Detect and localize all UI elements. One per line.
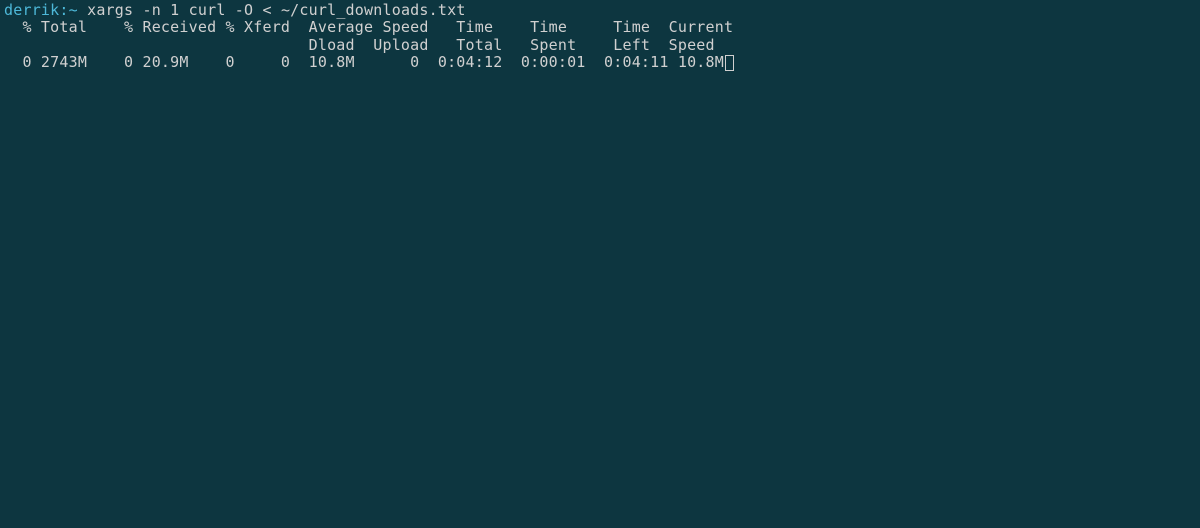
terminal-window[interactable]: derrik:~ xargs -n 1 curl -O < ~/curl_dow… <box>0 0 1200 528</box>
curl-header-line1: % Total % Received % Xferd Average Speed… <box>4 18 733 36</box>
curl-progress-row: 0 2743M 0 20.9M 0 0 10.8M 0 0:04:12 0:00… <box>4 53 724 71</box>
prompt-sep-colon: : <box>59 1 68 19</box>
prompt-path: ~ <box>69 1 78 19</box>
cursor-icon <box>725 55 734 71</box>
prompt-separator <box>78 1 87 19</box>
prompt-line: derrik:~ xargs -n 1 curl -O < ~/curl_dow… <box>4 1 466 19</box>
command-text: xargs -n 1 curl -O < ~/curl_downloads.tx… <box>87 1 465 19</box>
curl-header-line2: Dload Upload Total Spent Left Speed <box>4 36 715 54</box>
prompt-user: derrik <box>4 1 59 19</box>
